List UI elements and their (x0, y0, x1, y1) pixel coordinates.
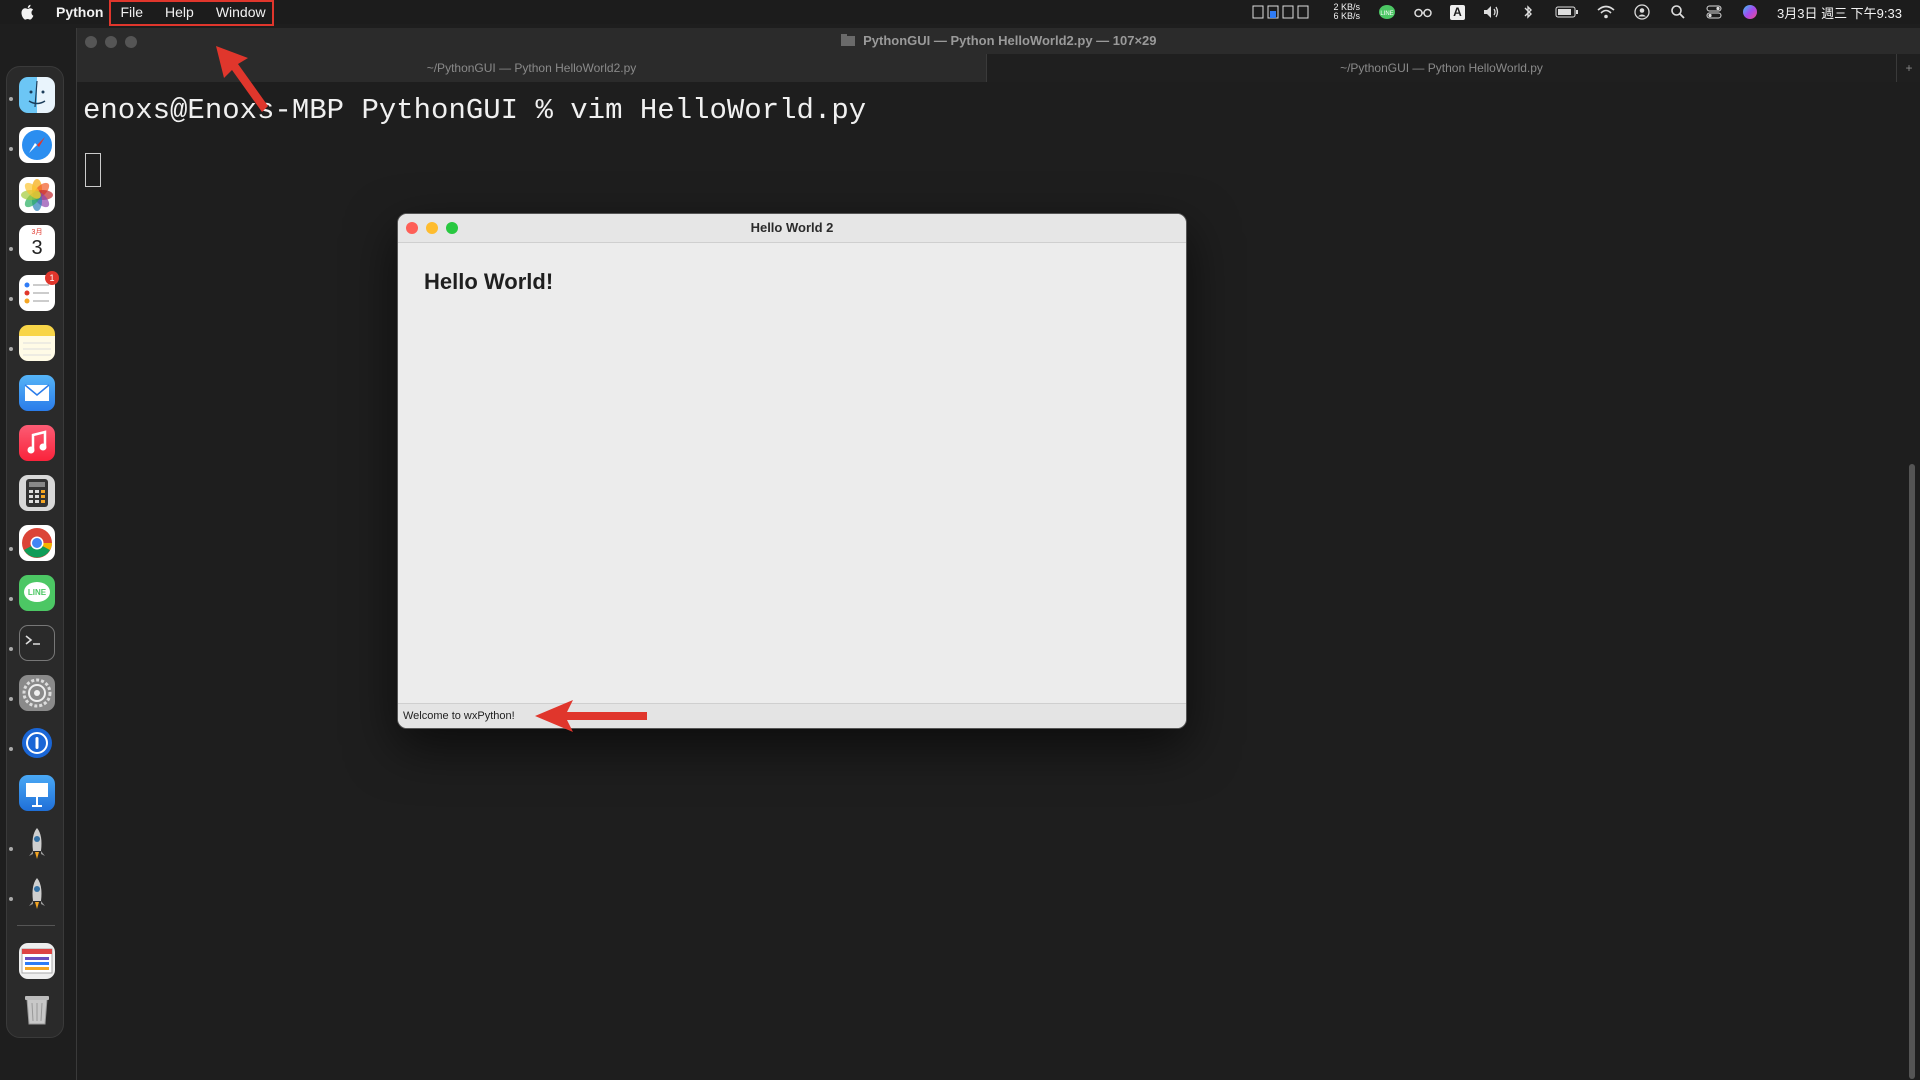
terminal-tab-bar: ~/PythonGUI — Python HelloWorld2.py ~/Py… (77, 54, 1920, 82)
dock-python-rocket-icon-2[interactable] (19, 875, 55, 911)
scrollbar-thumb[interactable] (1909, 464, 1915, 1079)
dock-mail-icon[interactable] (19, 375, 55, 411)
terminal-titlebar: PythonGUI — Python HelloWorld2.py — 107×… (77, 28, 1920, 54)
status-area: 2 KB/s 6 KB/s LINE A 3月3日 週三 下午9:33 (1251, 0, 1902, 24)
dock-calculator-icon[interactable] (19, 475, 55, 511)
dock-system-preferences-icon[interactable] (19, 675, 55, 711)
terminal-cursor (85, 153, 101, 187)
terminal-zoom-button[interactable] (125, 36, 137, 48)
bluetooth-icon[interactable] (1519, 4, 1537, 20)
dock-calendar-icon[interactable]: 3月 3 (19, 225, 55, 261)
spotlight-search-icon[interactable] (1669, 4, 1687, 20)
window-zoom-button[interactable] (446, 222, 458, 234)
hello-world-titlebar[interactable]: Hello World 2 (398, 214, 1186, 243)
terminal-prompt-line: enoxs@Enoxs-MBP PythonGUI % vim HelloWor… (83, 94, 867, 127)
dock-running-dot (9, 897, 13, 901)
dock-running-dot (9, 847, 13, 851)
dock-reminders-icon[interactable]: 1 (19, 271, 59, 311)
window-close-button[interactable] (406, 222, 418, 234)
terminal-scrollbar[interactable] (1907, 88, 1917, 1079)
dock-running-dot (9, 597, 13, 601)
control-center-icon[interactable] (1705, 4, 1723, 20)
menu-help[interactable]: Help (154, 4, 205, 20)
dock-running-dot (9, 247, 13, 251)
line-icon-label: LINE (28, 588, 47, 597)
menu-bar: Python File Help Window 2 KB/s 6 KB/s LI… (0, 0, 1920, 24)
new-tab-button[interactable]: + (1897, 54, 1920, 82)
network-down: 6 KB/s (1333, 11, 1360, 21)
dock-trash-icon[interactable] (19, 991, 55, 1027)
dock: 3月 3 1 LINE (6, 66, 64, 1038)
siri-icon[interactable] (1741, 4, 1759, 20)
dock-1password-icon[interactable] (19, 725, 55, 761)
dock-keynote-icon[interactable] (19, 775, 55, 811)
dock-running-dot (9, 147, 13, 151)
dock-notes-icon[interactable] (19, 325, 55, 361)
menu-app-name[interactable]: Python (56, 4, 103, 20)
line-status-icon[interactable]: LINE (1378, 4, 1396, 20)
dock-music-icon[interactable] (19, 425, 55, 461)
reminders-badge: 1 (45, 271, 59, 285)
user-icon[interactable] (1633, 4, 1651, 20)
terminal-close-button[interactable] (85, 36, 97, 48)
status-bar-text: Welcome to wxPython! (403, 710, 515, 722)
window-minimize-button[interactable] (426, 222, 438, 234)
dock-running-dot (9, 347, 13, 351)
terminal-minimize-button[interactable] (105, 36, 117, 48)
network-speed[interactable]: 2 KB/s 6 KB/s (1333, 3, 1360, 21)
wifi-icon[interactable] (1597, 4, 1615, 20)
menu-file[interactable]: File (109, 4, 154, 20)
menu-window[interactable]: Window (205, 4, 277, 20)
dock-running-dot (9, 697, 13, 701)
dock-running-dot (9, 747, 13, 751)
terminal-tab-helloworld2[interactable]: ~/PythonGUI — Python HelloWorld2.py (77, 54, 987, 82)
dock-terminal-icon[interactable] (19, 625, 55, 661)
dock-running-dot (9, 647, 13, 651)
window-title: Hello World 2 (750, 220, 834, 235)
dock-running-dot (9, 297, 13, 301)
calendar-month: 3月 (31, 228, 43, 236)
dock-safari-icon[interactable] (19, 127, 55, 163)
terminal-title: PythonGUI — Python HelloWorld2.py — 107×… (863, 33, 1157, 48)
battery-icon[interactable] (1555, 4, 1579, 20)
calendar-day: 3 (31, 236, 43, 259)
apple-icon[interactable] (20, 3, 36, 21)
dock-finder-icon[interactable] (19, 77, 55, 113)
terminal-tab-helloworld[interactable]: ~/PythonGUI — Python HelloWorld.py (987, 54, 1897, 82)
tab-label: ~/PythonGUI — Python HelloWorld.py (1340, 61, 1543, 75)
clock[interactable]: 3月3日 週三 下午9:33 (1777, 3, 1902, 22)
cpu-monitor-icon[interactable] (1251, 4, 1315, 20)
folder-icon (841, 34, 856, 46)
glasses-icon[interactable] (1414, 4, 1432, 20)
dock-screenshot-icon[interactable] (19, 943, 55, 979)
dock-running-dot (9, 547, 13, 551)
dock-python-rocket-icon[interactable] (19, 825, 55, 861)
volume-icon[interactable] (1483, 4, 1501, 20)
dock-separator (17, 925, 55, 926)
svg-text:LINE: LINE (1380, 11, 1393, 17)
dock-line-icon[interactable]: LINE (19, 575, 55, 611)
dock-photos-icon[interactable] (19, 177, 55, 213)
hello-world-window: Hello World 2 Hello World! Welcome to wx… (397, 213, 1187, 729)
tab-label: ~/PythonGUI — Python HelloWorld2.py (426, 61, 637, 75)
input-source-icon[interactable]: A (1450, 4, 1465, 20)
dock-chrome-icon[interactable] (19, 525, 55, 561)
hello-world-heading: Hello World! (424, 269, 554, 294)
dock-running-dot (9, 97, 13, 101)
status-bar: Welcome to wxPython! (398, 703, 1186, 728)
